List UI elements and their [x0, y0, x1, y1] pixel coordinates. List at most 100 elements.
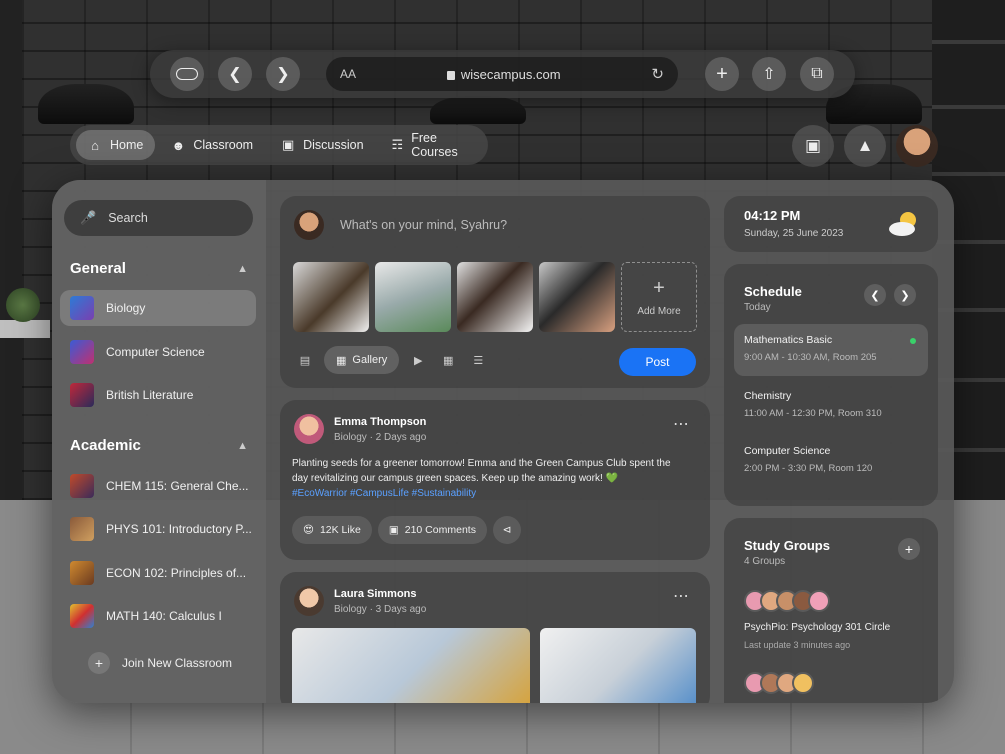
share-button[interactable]: ⇧	[752, 57, 786, 91]
general-section-header[interactable]: General ▲	[70, 260, 248, 277]
share-post-button[interactable]: ⊲	[492, 516, 521, 544]
tabs-overview-icon	[176, 68, 198, 80]
plus-icon: +	[653, 277, 665, 299]
schedule-item-time: 2:00 PM - 3:30 PM, Room 120	[744, 463, 873, 474]
tabs-overview-button[interactable]	[170, 57, 204, 91]
avatar	[792, 672, 814, 694]
search-placeholder: Search	[108, 211, 148, 225]
nav-free-courses-label: Free Courses	[411, 131, 458, 159]
general-title: General	[70, 260, 126, 277]
sidebar-item-biology[interactable]: Biology	[60, 290, 256, 326]
certificate-button[interactable]: ▣	[792, 125, 834, 167]
schedule-item[interactable]: Chemistry 11:00 AM - 12:30 PM, Room 310	[734, 380, 928, 432]
like-button[interactable]: 😍 12K Like	[292, 516, 372, 544]
study-groups-widget: Study Groups 4 Groups + PsychPio: Psycho…	[724, 518, 938, 703]
post-button[interactable]: Post	[619, 348, 696, 376]
reload-icon[interactable]: ↻	[651, 65, 664, 83]
video-icon[interactable]: ▶	[407, 349, 429, 371]
post-meta: Biology · 3 Days ago	[334, 604, 427, 615]
profile-avatar[interactable]	[896, 125, 938, 167]
group-member-avatars[interactable]	[744, 590, 830, 612]
sidebar-item-math-140[interactable]: MATH 140: Calculus I	[60, 598, 256, 634]
sidebar-item-label: British Literature	[106, 388, 194, 402]
live-status-dot	[910, 338, 916, 344]
sidebar-item-computer-science[interactable]: Computer Science	[60, 334, 256, 370]
add-group-button[interactable]: +	[898, 538, 920, 560]
bell-icon: ▲	[856, 136, 874, 155]
nav-home-label: Home	[110, 138, 144, 152]
academic-section-header[interactable]: Academic ▲	[70, 437, 248, 454]
tabs-button[interactable]: ⧉	[800, 57, 834, 91]
url-text: wisecampus.com	[460, 66, 561, 82]
group-member-avatars[interactable]	[744, 672, 814, 694]
sidebar-item-label: ECON 102: Principles of...	[106, 566, 247, 580]
nav-discussion[interactable]: ▣ Discussion	[269, 130, 375, 160]
sidebar-item-phys-101[interactable]: PHYS 101: Introductory P...	[60, 511, 256, 547]
post-image[interactable]	[292, 628, 530, 703]
comments-button[interactable]: ▣ 210 Comments	[377, 516, 487, 544]
schedule-subtitle: Today	[744, 302, 771, 313]
author-avatar[interactable]	[294, 586, 324, 616]
schedule-widget: Schedule Today ❮ ❯ Mathematics Basic 9:0…	[724, 264, 938, 506]
post-image[interactable]	[540, 628, 696, 703]
post-card: Laura Simmons Biology · 3 Days ago ⋯	[280, 572, 710, 703]
text-size-button[interactable]: AA	[340, 67, 356, 81]
post-card: Emma Thompson Biology · 2 Days ago ⋯ Pla…	[280, 400, 710, 560]
comment-count: 210 Comments	[404, 524, 476, 536]
composer-input[interactable]: What's on your mind, Syahru?	[340, 218, 507, 232]
address-bar[interactable]: AA wisecampus.com ↻	[326, 57, 678, 91]
current-date: Sunday, 25 June 2023	[744, 228, 844, 239]
poll-icon[interactable]: ☰	[467, 349, 489, 371]
more-options-icon[interactable]: ⋯	[673, 414, 690, 434]
like-count: 12K Like	[319, 524, 361, 536]
attached-photo[interactable]	[293, 262, 369, 332]
search-input[interactable]: 🎤 Search	[64, 200, 253, 236]
post-hashtags[interactable]: #EcoWarrior #CampusLife #Sustainability	[292, 488, 476, 499]
post-meta: Biology · 2 Days ago	[334, 432, 427, 443]
home-icon: ⌂	[91, 137, 99, 153]
study-groups-title: Study Groups	[744, 538, 830, 553]
chevron-up-icon: ▲	[237, 439, 248, 452]
schedule-prev-button[interactable]: ❮	[864, 284, 886, 306]
schedule-next-button[interactable]: ❯	[894, 284, 916, 306]
attached-photo[interactable]	[457, 262, 533, 332]
attached-photo[interactable]	[375, 262, 451, 332]
nav-classroom[interactable]: ☻ Classroom	[159, 130, 265, 160]
microphone-icon[interactable]: 🎤	[80, 210, 96, 226]
attached-photo[interactable]	[539, 262, 615, 332]
sidebar-item-econ-102[interactable]: ECON 102: Principles of...	[60, 555, 256, 591]
lock-icon	[446, 70, 455, 80]
add-more-button[interactable]: + Add More	[621, 262, 697, 332]
computer-science-thumbnail	[70, 340, 94, 364]
forward-button[interactable]: ❯	[266, 57, 300, 91]
schedule-item[interactable]: Mathematics Basic 9:00 AM - 10:30 AM, Ro…	[734, 324, 928, 376]
gallery-button[interactable]: ▦ Gallery	[324, 346, 400, 374]
partly-cloudy-icon	[886, 208, 922, 238]
calendar-icon[interactable]: ▦	[437, 349, 459, 371]
schedule-item-time: 9:00 AM - 10:30 AM, Room 205	[744, 352, 877, 363]
phys-thumbnail	[70, 517, 94, 541]
smile-emoji-icon: 😍	[303, 524, 314, 536]
schedule-item-time: 11:00 AM - 12:30 PM, Room 310	[744, 408, 882, 419]
econ-thumbnail	[70, 561, 94, 585]
notifications-button[interactable]: ▲	[844, 125, 886, 167]
new-tab-button[interactable]: +	[705, 57, 739, 91]
copy-tabs-icon: ⧉	[811, 65, 823, 82]
more-options-icon[interactable]: ⋯	[673, 586, 690, 606]
share-icon: ⊲	[502, 524, 512, 536]
group-name[interactable]: PsychPio: Psychology 301 Circle	[744, 622, 890, 633]
text-format-icon[interactable]: ▤	[294, 349, 316, 371]
sidebar-item-british-literature[interactable]: British Literature	[60, 377, 256, 413]
sidebar-item-chem-115[interactable]: CHEM 115: General Che...	[60, 468, 256, 504]
author-avatar[interactable]	[294, 414, 324, 444]
post-author[interactable]: Laura Simmons	[334, 588, 417, 600]
schedule-item[interactable]: Computer Science 2:00 PM - 3:30 PM, Room…	[734, 435, 928, 487]
top-navigation: ⌂ Home ☻ Classroom ▣ Discussion ☶ Free C…	[70, 125, 488, 165]
nav-home[interactable]: ⌂ Home	[76, 130, 156, 160]
post-author[interactable]: Emma Thompson	[334, 416, 426, 428]
nav-free-courses[interactable]: ☶ Free Courses	[380, 130, 482, 160]
plus-icon: +	[716, 62, 728, 85]
back-button[interactable]: ❮	[218, 57, 252, 91]
math-thumbnail	[70, 604, 94, 628]
join-classroom-button[interactable]: + Join New Classroom	[88, 652, 232, 674]
